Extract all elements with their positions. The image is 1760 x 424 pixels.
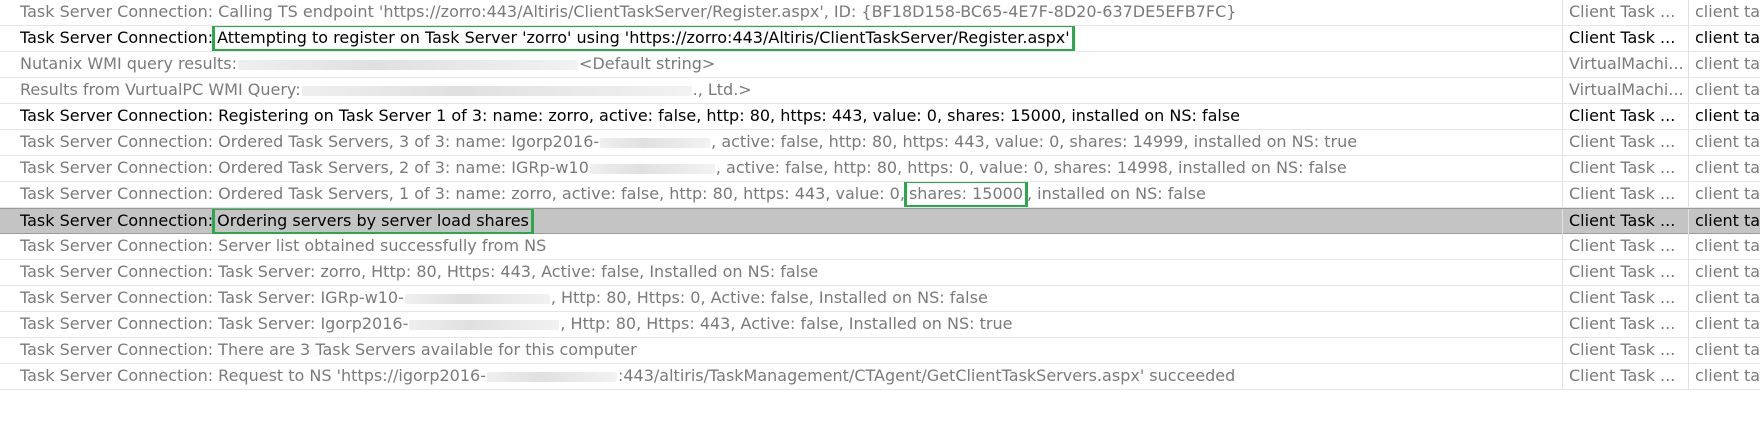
category-cell: client task <box>1688 312 1760 337</box>
message-text: :443/altiris/TaskManagement/CTAgent/GetC… <box>617 366 1236 385</box>
redacted-text <box>238 59 579 70</box>
message-text: Task Server Connection: Server list obta… <box>20 236 547 255</box>
component-cell: Client Task ... <box>1562 0 1688 25</box>
category-cell: client task <box>1688 260 1760 285</box>
category-cell: client task <box>1688 156 1760 181</box>
component-cell: Client Task ... <box>1562 338 1688 363</box>
message-text: , active: false, http: 80, https: 0, val… <box>715 158 1347 177</box>
component-cell: Client Task ... <box>1562 286 1688 311</box>
message-text: Results from VurtualPC WMI Query: <box>20 80 301 99</box>
log-row[interactable]: Task Server Connection: Task Server: IGR… <box>0 286 1760 312</box>
message-text: Task Server Connection: Task Server: IGR… <box>20 288 404 307</box>
category-cell: client task <box>1688 26 1760 51</box>
redacted-text <box>486 371 617 382</box>
message-text: Task Server Connection: Task Server: zor… <box>20 262 819 281</box>
category-cell: client task <box>1688 234 1760 259</box>
component-cell: Client Task ... <box>1562 156 1688 181</box>
message-text: , Http: 80, Https: 443, Active: false, I… <box>560 314 1013 333</box>
category-cell: client task <box>1688 286 1760 311</box>
message-text: <Default string> <box>579 54 716 73</box>
component-cell: VirtualMachi... <box>1562 78 1688 103</box>
log-row[interactable]: Task Server Connection: Task Server: Igo… <box>0 312 1760 338</box>
log-message-cell: Task Server Connection: Ordered Task Ser… <box>14 130 1562 155</box>
message-text: Task Server Connection: <box>20 211 214 230</box>
log-row[interactable]: Task Server Connection: Ordered Task Ser… <box>0 182 1760 208</box>
component-cell: Client Task ... <box>1562 26 1688 51</box>
component-cell: Client Task ... <box>1562 130 1688 155</box>
category-cell: client task <box>1688 182 1760 207</box>
highlighted-text: shares: 15000 <box>903 182 1029 207</box>
log-message-cell: Task Server Connection: Ordered Task Ser… <box>14 156 1562 181</box>
category-cell: client task <box>1688 364 1760 389</box>
message-text: Task Server Connection: There are 3 Task… <box>20 340 637 359</box>
log-row[interactable]: Task Server Connection: Server list obta… <box>0 234 1760 260</box>
highlighted-text: Ordering servers by server load shares <box>212 209 534 234</box>
log-message-cell: Task Server Connection: Calling TS endpo… <box>14 0 1562 25</box>
log-row[interactable]: Task Server Connection: Calling TS endpo… <box>0 0 1760 26</box>
log-message-cell: Task Server Connection: Registering on T… <box>14 104 1562 129</box>
redacted-text <box>301 85 692 96</box>
log-row[interactable]: Task Server Connection: Request to NS 'h… <box>0 364 1760 390</box>
component-cell: Client Task ... <box>1562 312 1688 337</box>
log-message-cell: Task Server Connection: Task Server: IGR… <box>14 286 1562 311</box>
redacted-text <box>404 293 550 304</box>
log-table: Task Server Connection: Calling TS endpo… <box>0 0 1760 424</box>
category-cell: client task <box>1688 0 1760 25</box>
message-text: Task Server Connection: Registering on T… <box>20 106 1241 125</box>
log-row[interactable]: Results from VurtualPC WMI Query: ., Ltd… <box>0 78 1760 104</box>
message-text: ., Ltd.> <box>692 80 752 99</box>
log-message-cell: Task Server Connection: Ordering servers … <box>14 209 1562 234</box>
log-message-cell: Task Server Connection: Server list obta… <box>14 234 1562 259</box>
redacted-text <box>589 163 715 174</box>
component-cell: Client Task ... <box>1562 234 1688 259</box>
log-row[interactable]: Task Server Connection: Attempting to reg… <box>0 26 1760 52</box>
redacted-text <box>600 137 711 148</box>
log-message-cell: Task Server Connection: Attempting to reg… <box>14 26 1562 51</box>
message-text: Task Server Connection: Request to NS 'h… <box>20 366 486 385</box>
message-text: Task Server Connection: Calling TS endpo… <box>20 2 1237 21</box>
log-row[interactable]: Task Server Connection: Registering on T… <box>0 104 1760 130</box>
log-row[interactable]: Task Server Connection: Ordering servers … <box>0 208 1760 234</box>
log-row[interactable]: Nutanix WMI query results: <Default stri… <box>0 52 1760 78</box>
log-message-cell: Nutanix WMI query results: <Default stri… <box>14 52 1562 77</box>
message-text: Task Server Connection: Task Server: Igo… <box>20 314 409 333</box>
log-message-cell: Task Server Connection: Task Server: zor… <box>14 260 1562 285</box>
redacted-text <box>409 319 560 330</box>
category-cell: client task <box>1688 130 1760 155</box>
category-cell: client task <box>1688 338 1760 363</box>
log-message-cell: Task Server Connection: Ordered Task Ser… <box>14 182 1562 207</box>
log-row[interactable]: Task Server Connection: Task Server: zor… <box>0 260 1760 286</box>
component-cell: Client Task ... <box>1562 260 1688 285</box>
log-row[interactable]: Task Server Connection: Ordered Task Ser… <box>0 130 1760 156</box>
message-text: Nutanix WMI query results: <box>20 54 238 73</box>
message-text: , Http: 80, Https: 0, Active: false, Ins… <box>550 288 988 307</box>
category-cell: client task <box>1688 209 1760 234</box>
category-cell: client task <box>1688 104 1760 129</box>
category-cell: client task <box>1688 78 1760 103</box>
log-message-cell: Task Server Connection: Task Server: Igo… <box>14 312 1562 337</box>
component-cell: VirtualMachi... <box>1562 52 1688 77</box>
component-cell: Client Task ... <box>1562 104 1688 129</box>
component-cell: Client Task ... <box>1562 182 1688 207</box>
log-message-cell: Task Server Connection: Request to NS 'h… <box>14 364 1562 389</box>
category-cell: client task <box>1688 52 1760 77</box>
message-text: , installed on NS: false <box>1027 184 1206 203</box>
message-text: Task Server Connection: <box>20 28 214 47</box>
component-cell: Client Task ... <box>1562 364 1688 389</box>
component-cell: Client Task ... <box>1562 209 1688 234</box>
log-message-cell: Results from VurtualPC WMI Query: ., Ltd… <box>14 78 1562 103</box>
log-message-cell: Task Server Connection: There are 3 Task… <box>14 338 1562 363</box>
log-row[interactable]: Task Server Connection: Ordered Task Ser… <box>0 156 1760 182</box>
message-text: Task Server Connection: Ordered Task Ser… <box>20 158 589 177</box>
message-text: Task Server Connection: Ordered Task Ser… <box>20 184 905 203</box>
message-text: Task Server Connection: Ordered Task Ser… <box>20 132 600 151</box>
log-row[interactable]: Task Server Connection: There are 3 Task… <box>0 338 1760 364</box>
message-text: , active: false, http: 80, https: 443, v… <box>711 132 1358 151</box>
highlighted-text: Attempting to register on Task Server 'z… <box>212 26 1075 51</box>
